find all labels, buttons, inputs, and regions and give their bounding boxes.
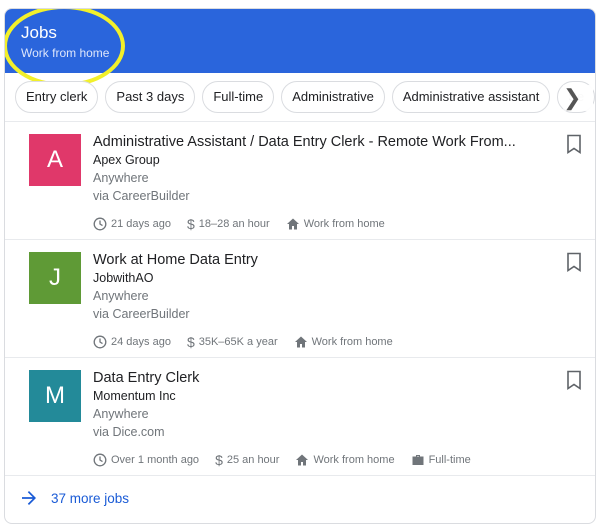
posted-date: 21 days ago bbox=[111, 218, 171, 230]
dollar-icon: $ bbox=[186, 334, 195, 350]
dollar-icon: $ bbox=[215, 452, 223, 468]
job-location: Anywhere bbox=[93, 407, 149, 421]
remote-label: Work from home bbox=[303, 218, 385, 230]
more-jobs-label: 37 more jobs bbox=[51, 490, 130, 506]
job-location: Anywhere bbox=[93, 171, 149, 185]
job-meta: 24 days ago $35K–65K a year Work from home bbox=[93, 334, 393, 350]
company-name: JobwithAO bbox=[93, 271, 154, 285]
chevron-right-icon[interactable]: ❯ bbox=[563, 85, 593, 111]
bookmark-icon[interactable] bbox=[566, 370, 582, 390]
job-meta: Over 1 month ago $25 an hour Work from hom… bbox=[93, 452, 471, 468]
job-listing[interactable]: M Data Entry Clerk Momentum Inc Anywhere… bbox=[5, 357, 595, 476]
salary: 25 an hour bbox=[226, 454, 280, 466]
home-icon bbox=[294, 336, 307, 348]
briefcase-icon bbox=[412, 455, 424, 465]
posted-date: 24 days ago bbox=[111, 336, 171, 348]
remote-label: Work from home bbox=[313, 454, 395, 466]
header[interactable]: Jobs Work from home bbox=[5, 9, 595, 87]
chip-full-time[interactable]: Full-time bbox=[202, 81, 275, 113]
chip-administrative-assistant[interactable]: Administrative assistant bbox=[391, 81, 551, 113]
company-name: Momentum Inc bbox=[93, 389, 176, 403]
posted-date: Over 1 month ago bbox=[111, 454, 200, 466]
job-source: via CareerBuilder bbox=[93, 307, 190, 321]
header-title: Jobs bbox=[21, 23, 57, 42]
job-title[interactable]: Administrative Assistant / Data Entry Cl… bbox=[93, 134, 516, 150]
bookmark-icon[interactable] bbox=[566, 252, 582, 272]
filter-chips: Entry clerk Past 3 days Full-time Admini… bbox=[15, 81, 595, 115]
jobs-card: Jobs Work from home Entry clerk Past 3 d… bbox=[4, 8, 596, 524]
chip-past-3-days[interactable]: Past 3 days bbox=[105, 81, 196, 113]
job-listing[interactable]: A Administrative Assistant / Data Entry … bbox=[5, 121, 595, 240]
job-listing[interactable]: J Work at Home Data Entry JobwithAO Anyw… bbox=[5, 239, 595, 358]
clock-icon bbox=[93, 335, 107, 349]
job-title[interactable]: Data Entry Clerk bbox=[93, 370, 199, 386]
chip-entry-clerk[interactable]: Entry clerk bbox=[15, 81, 99, 113]
bookmark-icon[interactable] bbox=[566, 134, 582, 154]
more-jobs-link[interactable]: 37 more jobs bbox=[5, 475, 595, 523]
remote-label: Work from home bbox=[311, 336, 393, 348]
home-icon bbox=[296, 454, 309, 466]
job-source: via Dice.com bbox=[93, 425, 165, 439]
company-logo: M bbox=[29, 370, 81, 422]
home-icon bbox=[286, 218, 299, 230]
company-name: Apex Group bbox=[93, 153, 160, 167]
dollar-icon: $ bbox=[186, 216, 195, 232]
company-logo: J bbox=[29, 252, 81, 304]
clock-icon bbox=[93, 217, 107, 231]
arrow-right-icon bbox=[22, 491, 36, 505]
job-location: Anywhere bbox=[93, 289, 149, 303]
company-logo: A bbox=[29, 134, 81, 186]
job-meta: 21 days ago $18–28 an hour Work from home bbox=[93, 216, 385, 232]
salary: 35K–65K a year bbox=[198, 336, 278, 348]
header-subtitle: Work from home bbox=[21, 46, 110, 60]
job-title[interactable]: Work at Home Data Entry bbox=[93, 252, 258, 268]
salary: 18–28 an hour bbox=[198, 218, 270, 230]
chip-administrative[interactable]: Administrative bbox=[281, 81, 385, 113]
job-source: via CareerBuilder bbox=[93, 189, 190, 203]
clock-icon bbox=[93, 453, 107, 467]
job-type: Full-time bbox=[428, 454, 471, 466]
